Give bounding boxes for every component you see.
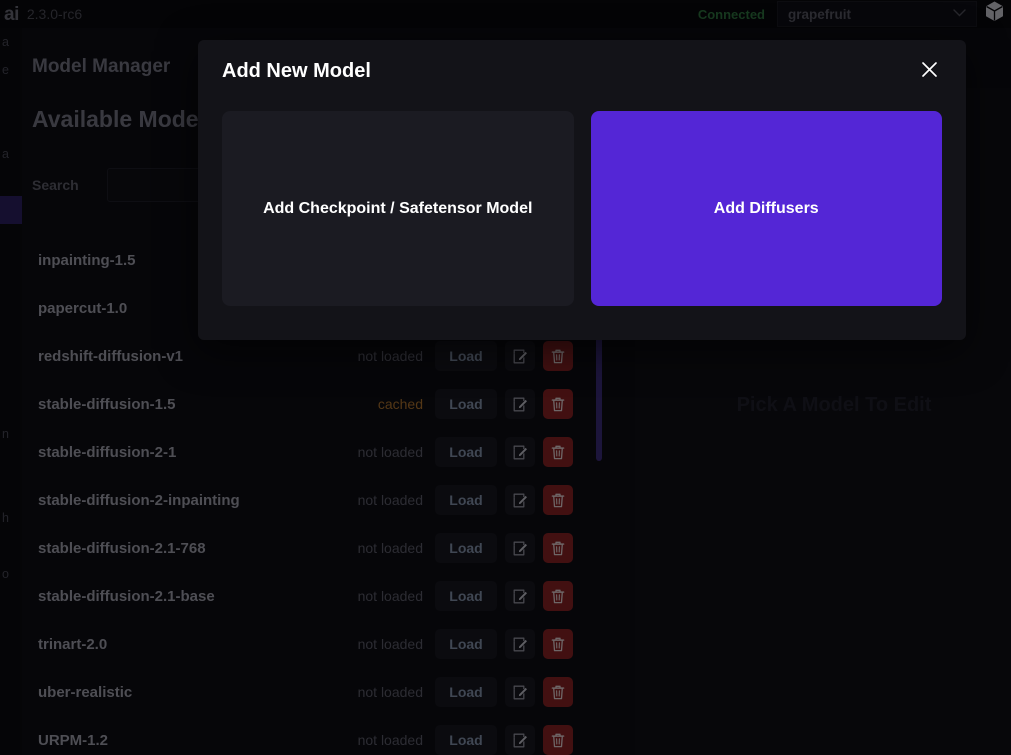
- add-checkpoint-button[interactable]: Add Checkpoint / Safetensor Model: [222, 111, 574, 306]
- modal-choice-row: Add Checkpoint / Safetensor Model Add Dif…: [198, 102, 966, 306]
- modal-title: Add New Model: [222, 59, 371, 82]
- modal-header: Add New Model: [198, 40, 966, 102]
- app-root: aeanho Model Manager Available Models Se…: [0, 0, 1011, 755]
- close-icon: [921, 61, 938, 81]
- add-diffusers-button[interactable]: Add Diffusers: [590, 111, 942, 306]
- add-new-model-modal: Add New Model Add Checkpoint / Safetenso…: [198, 40, 966, 340]
- close-button[interactable]: [916, 58, 942, 84]
